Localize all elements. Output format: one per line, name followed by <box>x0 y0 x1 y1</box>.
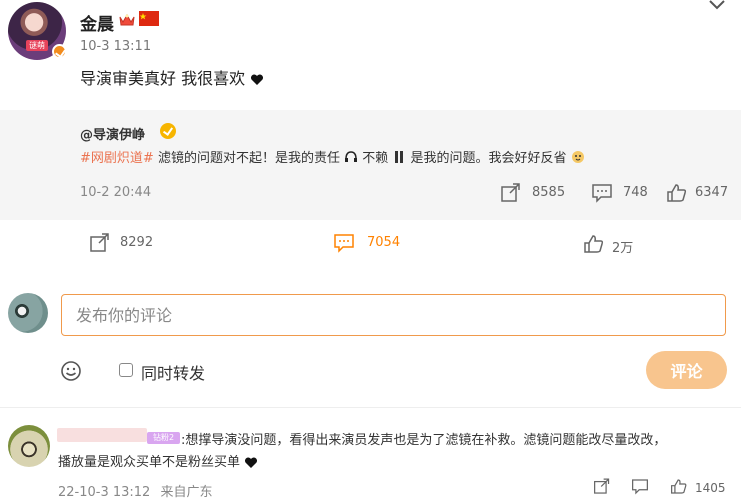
like-count[interactable]: 2万 <box>612 237 633 256</box>
comment-meta: 22-10-3 13:12 来自广东 <box>58 481 213 500</box>
commenter-name-redacted[interactable] <box>57 428 147 442</box>
emoji-icon[interactable] <box>60 360 82 382</box>
commenter-avatar[interactable] <box>8 425 50 467</box>
like-icon[interactable] <box>670 478 688 495</box>
comment-time: 22-10-3 13:12 <box>58 485 151 500</box>
repost-count[interactable]: 8292 <box>120 235 153 250</box>
sync-repost-checkbox[interactable] <box>119 363 133 377</box>
crying-emoji-icon <box>345 151 358 162</box>
repost-icon[interactable] <box>593 478 611 495</box>
comment-text-line-1: :想撑导演没问题，看得出来演员发声也是为了滤镜在补救。滤镜问题能改尽量改改， <box>181 433 667 448</box>
retweet-like-count[interactable]: 6347 <box>695 185 728 200</box>
retweet-text-part-2: 不赖 <box>362 151 389 166</box>
retweet-username[interactable]: @导演伊峥 <box>80 124 145 143</box>
comment-location: 来自广东 <box>160 485 213 500</box>
repost-icon[interactable] <box>89 233 111 253</box>
comment-text-line-2-content: 播放量是观众买单不是粉丝买单 <box>58 455 241 470</box>
avatar-tag: 谜萌 <box>26 40 48 51</box>
sync-repost-label[interactable]: 同时转发 <box>141 360 205 384</box>
post-text: 导演审美真好 我很喜欢 <box>80 65 264 89</box>
retweet-text: #网剧炽道# 滤镜的问题对不起！是我的责任 不赖 是我的问题。我会好好反省 <box>80 147 585 166</box>
retweet-time[interactable]: 10-2 20:44 <box>80 185 151 200</box>
retweet-comment-count[interactable]: 748 <box>623 185 648 200</box>
comment-input[interactable] <box>61 294 726 336</box>
hashtag-link[interactable]: #网剧炽道# <box>80 151 154 166</box>
post-text-content: 导演审美真好 我很喜欢 <box>80 69 246 88</box>
chevron-down-icon[interactable] <box>706 0 728 12</box>
heart-icon <box>251 73 264 85</box>
comment-icon[interactable] <box>591 183 613 203</box>
verified-badge-icon <box>52 44 67 59</box>
standing-emoji-icon <box>395 151 404 163</box>
submit-comment-button[interactable]: 评论 <box>646 351 727 389</box>
poster-username[interactable]: 金晨 <box>80 10 114 35</box>
comment-icon[interactable] <box>333 233 355 253</box>
heart-icon <box>245 456 258 468</box>
comment-count[interactable]: 7054 <box>367 235 400 250</box>
like-icon[interactable] <box>666 183 688 203</box>
current-user-avatar[interactable] <box>8 293 48 333</box>
retweet-text-part-3: 是我的问题。我会好好反省 <box>410 151 567 166</box>
comment-like-count[interactable]: 1405 <box>695 481 726 495</box>
dog-emoji-icon <box>571 151 584 163</box>
china-flag-icon <box>139 11 159 26</box>
fan-badge: 钻粉2 <box>147 432 180 444</box>
comment-icon[interactable] <box>631 478 649 495</box>
divider <box>0 407 741 408</box>
repost-icon[interactable] <box>500 183 522 203</box>
retweet-text-part-1: 滤镜的问题对不起！是我的责任 <box>157 151 340 166</box>
post-time[interactable]: 10-3 13:11 <box>80 39 151 54</box>
like-icon[interactable] <box>583 234 605 254</box>
retweet-repost-count[interactable]: 8585 <box>532 185 565 200</box>
comment-text-line-2: 播放量是观众买单不是粉丝买单 <box>58 453 258 473</box>
crown-icon <box>119 13 135 26</box>
verified-badge-icon <box>160 123 176 139</box>
